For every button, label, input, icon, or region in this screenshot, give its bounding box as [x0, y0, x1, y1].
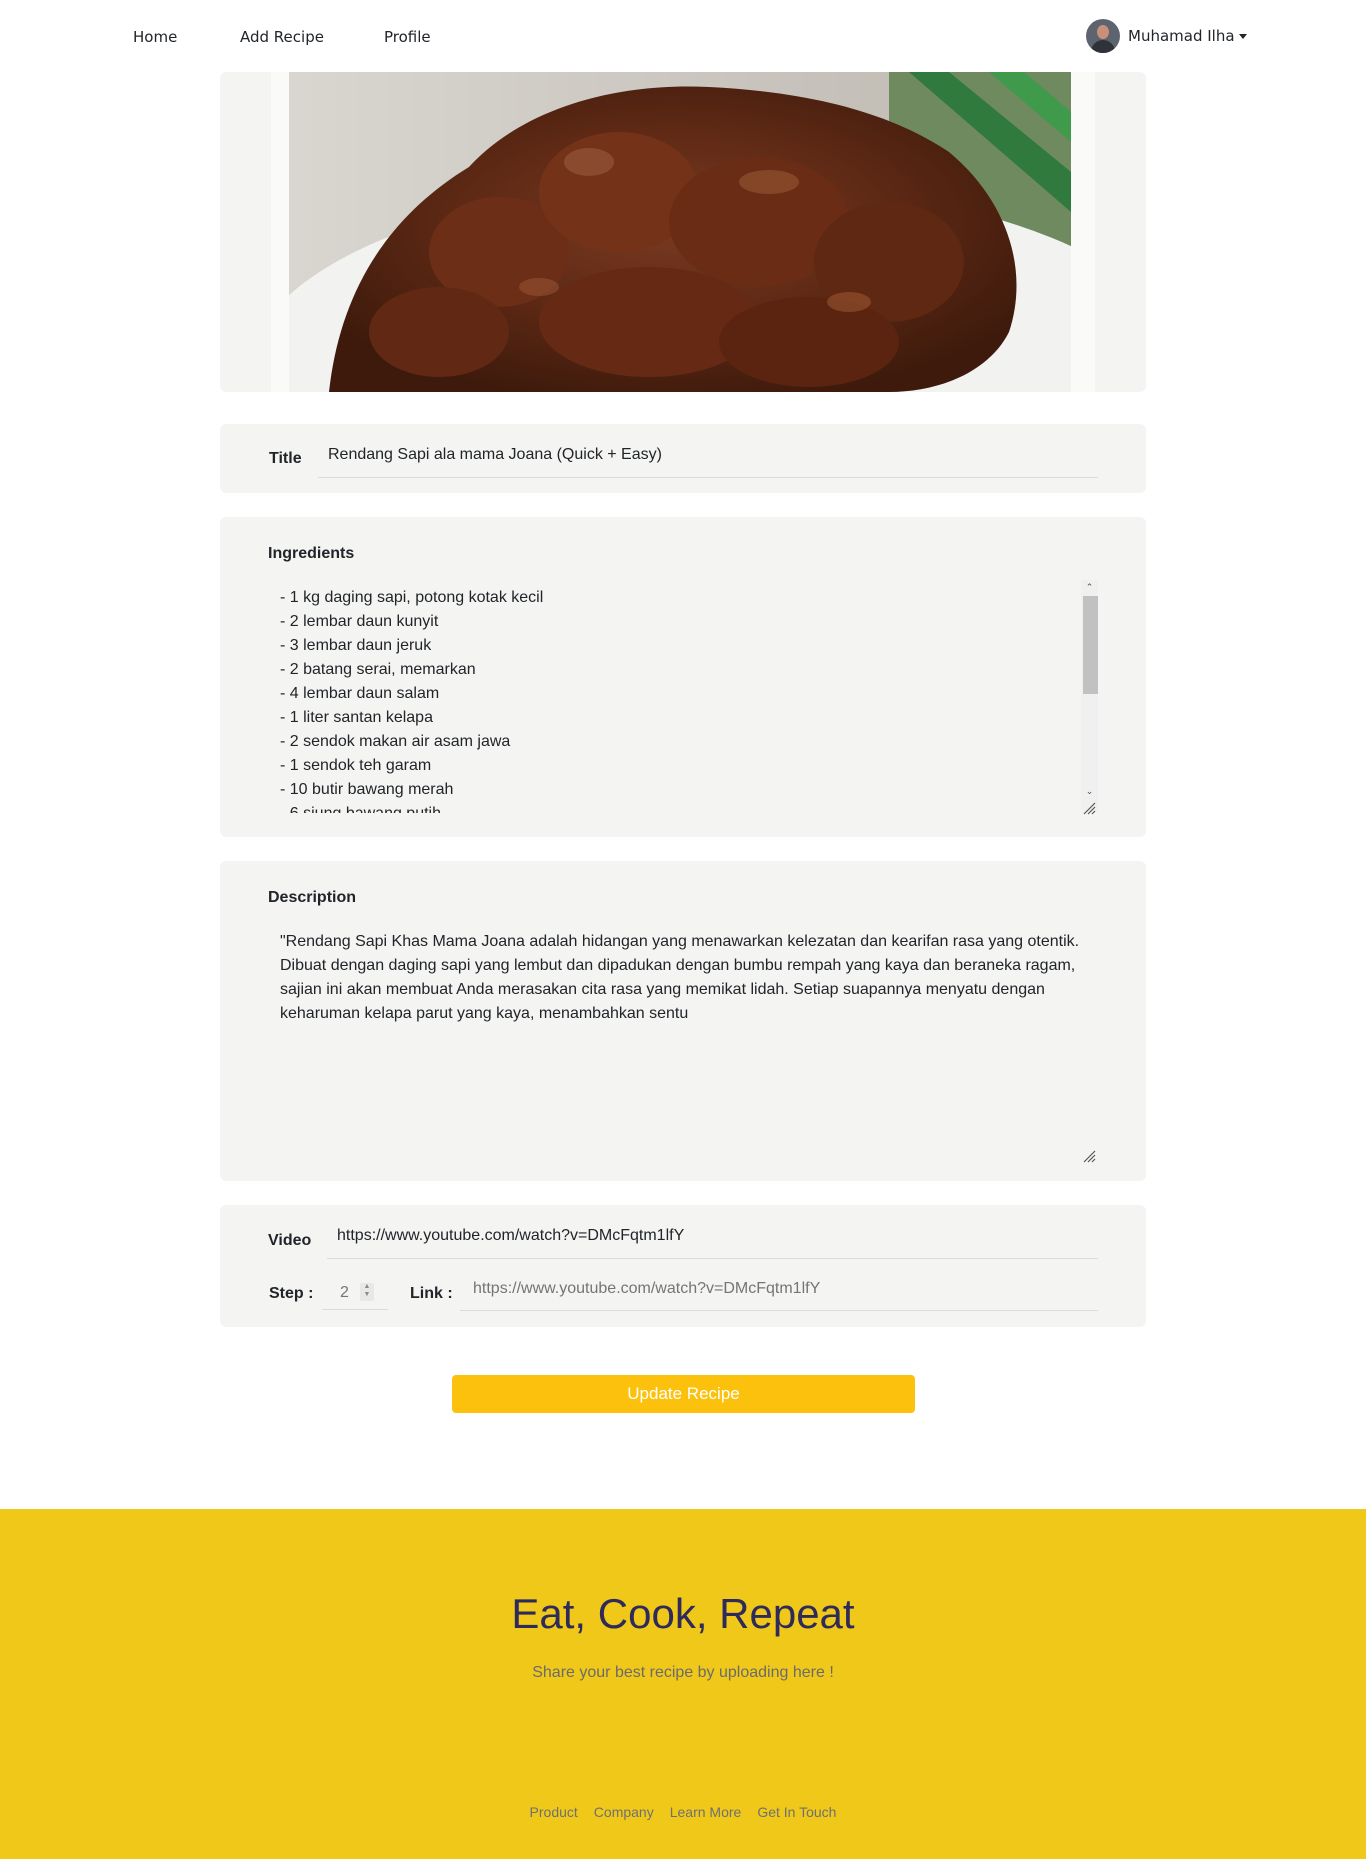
description-card: Description "Rendang Sapi Khas Mama Joan… — [220, 861, 1146, 1181]
footer-title: Eat, Cook, Repeat — [511, 1590, 855, 1637]
ingredient-line: - 3 lembar daun jeruk — [280, 637, 432, 654]
footer-link-product[interactable]: Product — [530, 1804, 578, 1820]
recipe-image-card — [220, 72, 1146, 392]
ingredients-scrollbar[interactable]: ⌃ ⌄ — [1081, 580, 1098, 812]
ingredient-line: - 2 sendok makan air asam jawa — [280, 733, 511, 750]
update-recipe-button[interactable]: Update Recipe — [452, 1375, 915, 1413]
profile-name: Muhamad Ilha — [1128, 27, 1235, 45]
caret-down-icon — [1238, 33, 1247, 39]
scroll-thumb[interactable] — [1083, 596, 1098, 694]
ingredient-line: - 6 siung bawang putih — [280, 802, 1086, 813]
ingredient-line: - 1 sendok teh garam — [280, 757, 432, 774]
ingredient-line: - 2 batang serai, memarkan — [280, 661, 476, 678]
resize-grip-icon[interactable] — [1082, 801, 1096, 815]
video-input-value: https://www.youtube.com/watch?v=DMcFqtm1… — [337, 1227, 685, 1244]
footer-link-company[interactable]: Company — [594, 1804, 654, 1820]
title-input[interactable]: Rendang Sapi ala mama Joana (Quick + Eas… — [318, 432, 1098, 478]
ingredients-textarea[interactable]: - 1 kg daging sapi, potong kotak kecil -… — [280, 586, 1086, 813]
footer-subtitle: Share your best recipe by uploading here… — [532, 1664, 834, 1681]
footer: Eat, Cook, Repeat Share your best recipe… — [0, 1509, 1366, 1859]
description-textarea[interactable]: "Rendang Sapi Khas Mama Joana adalah hid… — [280, 930, 1110, 1026]
ingredients-label: Ingredients — [268, 545, 355, 562]
ingredient-line: - 1 kg daging sapi, potong kotak kecil — [280, 589, 544, 606]
video-label: Video — [268, 1232, 312, 1249]
ingredient-line: - 4 lembar daun salam — [280, 685, 440, 702]
spinner-arrows-icon[interactable]: ▲ ▼ — [360, 1283, 374, 1301]
ingredients-card: Ingredients - 1 kg daging sapi, potong k… — [220, 517, 1146, 837]
navbar: Home Add Recipe Profile Muhamad Ilha — [0, 0, 1366, 72]
description-label: Description — [268, 889, 357, 906]
profile-dropdown[interactable]: Muhamad Ilha — [1086, 19, 1247, 53]
recipe-photo[interactable] — [289, 72, 1071, 392]
scroll-down-icon[interactable]: ⌄ — [1085, 787, 1094, 796]
resize-grip-icon[interactable] — [1082, 1149, 1096, 1163]
title-input-value: Rendang Sapi ala mama Joana (Quick + Eas… — [328, 446, 662, 463]
link-input[interactable]: https://www.youtube.com/watch?v=DMcFqtm1… — [460, 1267, 1098, 1311]
footer-link-learn-more[interactable]: Learn More — [670, 1804, 742, 1820]
footer-link-get-in-touch[interactable]: Get In Touch — [757, 1804, 836, 1820]
title-card: Title Rendang Sapi ala mama Joana (Quick… — [220, 424, 1146, 493]
link-input-placeholder: https://www.youtube.com/watch?v=DMcFqtm1… — [473, 1280, 821, 1297]
step-number-input[interactable]: 2 ▲ ▼ — [322, 1280, 388, 1310]
title-label: Title — [269, 450, 302, 467]
footer-links: Product Company Learn More Get In Touch — [0, 1804, 1366, 1820]
ingredient-line: - 2 lembar daun kunyit — [280, 613, 439, 630]
scroll-up-icon[interactable]: ⌃ — [1085, 583, 1094, 592]
ingredient-line: - 1 liter santan kelapa — [280, 709, 433, 726]
step-value: 2 — [340, 1284, 349, 1301]
video-card: Video https://www.youtube.com/watch?v=DM… — [220, 1205, 1146, 1327]
nav-add-recipe-link[interactable]: Add Recipe — [240, 28, 324, 46]
nav-profile-link[interactable]: Profile — [384, 28, 431, 46]
link-label: Link : — [410, 1285, 453, 1302]
nav-home-link[interactable]: Home — [133, 28, 177, 46]
step-label: Step : — [269, 1285, 314, 1302]
video-input[interactable]: https://www.youtube.com/watch?v=DMcFqtm1… — [327, 1215, 1098, 1259]
avatar — [1086, 19, 1120, 53]
ingredient-line: - 10 butir bawang merah — [280, 781, 454, 798]
